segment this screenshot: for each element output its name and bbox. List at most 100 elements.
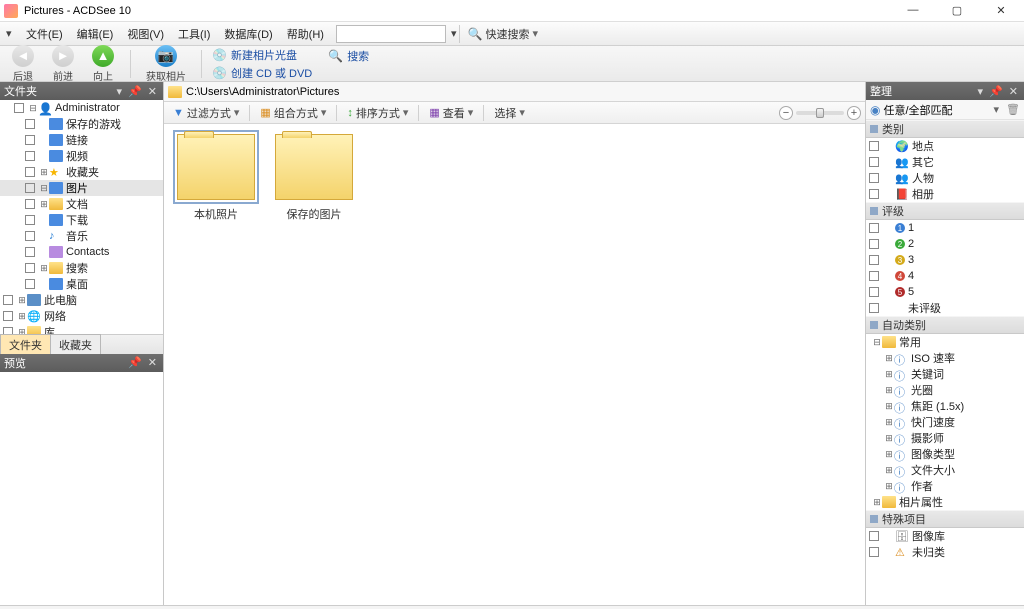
tree-item[interactable]: ♪音乐 xyxy=(0,228,163,244)
expand-icon[interactable]: ⊞ xyxy=(884,417,894,428)
expand-icon[interactable]: ⊟ xyxy=(872,337,882,348)
minimize-button[interactable]: — xyxy=(900,4,926,17)
autocat-item[interactable]: ⊞ⓘ摄影师 xyxy=(866,430,1024,446)
autocat-root[interactable]: ⊟常用 xyxy=(866,334,1024,350)
panel-close-icon[interactable]: ✕ xyxy=(146,356,159,369)
checkbox[interactable] xyxy=(14,103,24,113)
category-item[interactable]: 👥其它 xyxy=(866,154,1024,170)
autocat-item[interactable]: ⊞相片属性 xyxy=(866,494,1024,510)
group-button[interactable]: ▦组合方式▾ xyxy=(255,104,331,122)
back-button[interactable]: ◄后退 xyxy=(6,45,40,83)
tree-item[interactable]: ⊟图片 xyxy=(0,180,163,196)
panel-pin-icon[interactable]: 📌 xyxy=(126,85,144,98)
expand-icon[interactable]: ⊞ xyxy=(884,433,894,444)
category-item[interactable]: 🌍地点 xyxy=(866,138,1024,154)
search-link[interactable]: 🔍搜索 xyxy=(328,48,369,64)
up-button[interactable]: ▲向上 xyxy=(86,45,120,83)
zoom-slider[interactable] xyxy=(796,111,844,115)
checkbox[interactable] xyxy=(25,231,35,241)
tree-item[interactable]: 视频 xyxy=(0,148,163,164)
rating-item[interactable]: 未评级 xyxy=(866,300,1024,316)
checkbox[interactable] xyxy=(25,199,35,209)
expand-icon[interactable]: ⊞ xyxy=(884,449,894,460)
panel-close-icon[interactable]: ✕ xyxy=(1007,85,1020,98)
menu-dropdown[interactable]: ▾ xyxy=(6,24,18,44)
expand-icon[interactable]: ⊞ xyxy=(17,311,27,322)
checkbox[interactable] xyxy=(869,223,879,233)
autocat-item[interactable]: ⊞ⓘ图像类型 xyxy=(866,446,1024,462)
expand-icon[interactable]: ⊞ xyxy=(39,199,49,210)
checkbox[interactable] xyxy=(25,263,35,273)
checkbox[interactable] xyxy=(869,255,879,265)
rating-item[interactable]: 22 xyxy=(866,236,1024,252)
tree-item[interactable]: ⊞库 xyxy=(0,324,163,334)
folder-tree[interactable]: ⊟👤Administrator保存的游戏链接视频⊞★收藏夹⊟图片⊞文档下载♪音乐… xyxy=(0,100,163,334)
checkbox[interactable] xyxy=(25,183,35,193)
expand-icon[interactable]: ⊞ xyxy=(872,497,882,508)
special-item[interactable]: 🗄图像库 xyxy=(866,528,1024,544)
view-button[interactable]: ▦查看▾ xyxy=(424,104,478,122)
panel-menu-icon[interactable]: ▾ xyxy=(976,85,986,98)
rating-item[interactable]: 33 xyxy=(866,252,1024,268)
trash-icon[interactable]: 🗑 xyxy=(1006,103,1020,116)
checkbox[interactable] xyxy=(869,547,879,557)
checkbox[interactable] xyxy=(25,135,35,145)
autocat-item[interactable]: ⊞ⓘ焦距 (1.5x) xyxy=(866,398,1024,414)
expand-icon[interactable]: ⊞ xyxy=(884,385,894,396)
checkbox[interactable] xyxy=(869,189,879,199)
section-autocat[interactable]: 自动类别 xyxy=(866,316,1024,334)
rating-item[interactable]: 11 xyxy=(866,220,1024,236)
checkbox[interactable] xyxy=(869,287,879,297)
expand-icon[interactable]: ⊞ xyxy=(39,167,49,178)
panel-pin-icon[interactable]: 📌 xyxy=(987,85,1005,98)
panel-pin-icon[interactable]: 📌 xyxy=(126,356,144,369)
menu-help[interactable]: 帮助(H) xyxy=(281,24,330,44)
filter-button[interactable]: ▼过滤方式▾ xyxy=(168,104,244,122)
expand-icon[interactable]: ⊞ xyxy=(17,327,27,334)
match-mode[interactable]: ◉ 任意/全部匹配 ▾ 🗑 xyxy=(866,100,1024,120)
zoom-in-button[interactable]: + xyxy=(847,106,861,120)
autocat-item[interactable]: ⊞ⓘ文件大小 xyxy=(866,462,1024,478)
autocat-item[interactable]: ⊞ⓘ光圈 xyxy=(866,382,1024,398)
expand-icon[interactable]: ⊞ xyxy=(884,465,894,476)
tree-item[interactable]: ⊟👤Administrator xyxy=(0,100,163,116)
checkbox[interactable] xyxy=(869,271,879,281)
checkbox[interactable] xyxy=(869,303,879,313)
tree-item[interactable]: Contacts xyxy=(0,244,163,260)
zoom-out-button[interactable]: − xyxy=(779,106,793,120)
get-photos-button[interactable]: 📷获取相片 xyxy=(141,45,191,83)
panel-menu-icon[interactable]: ▾ xyxy=(115,85,125,98)
expand-icon[interactable]: ⊟ xyxy=(28,103,38,114)
section-special[interactable]: 特殊项目 xyxy=(866,510,1024,528)
expand-icon[interactable]: ⊞ xyxy=(39,263,49,274)
checkbox[interactable] xyxy=(25,247,35,257)
menu-search-box[interactable] xyxy=(336,25,446,43)
checkbox[interactable] xyxy=(25,279,35,289)
autocat-item[interactable]: ⊞ⓘ作者 xyxy=(866,478,1024,494)
sort-button[interactable]: ↕排序方式▾ xyxy=(342,104,413,122)
checkbox[interactable] xyxy=(869,141,879,151)
expand-icon[interactable]: ⊟ xyxy=(39,183,49,194)
thumbnail-item[interactable]: 保存的图片 xyxy=(272,134,356,222)
new-disc-link[interactable]: 💿新建相片光盘 xyxy=(212,47,312,63)
expand-icon[interactable]: ⊞ xyxy=(884,401,894,412)
checkbox[interactable] xyxy=(869,173,879,183)
autocat-item[interactable]: ⊞ⓘ快门速度 xyxy=(866,414,1024,430)
tab-folders[interactable]: 文件夹 xyxy=(0,334,51,354)
special-item[interactable]: ⚠未归类 xyxy=(866,544,1024,560)
menu-file[interactable]: 文件(E) xyxy=(20,24,69,44)
category-item[interactable]: 📕相册 xyxy=(866,186,1024,202)
rating-item[interactable]: 44 xyxy=(866,268,1024,284)
menu-database[interactable]: 数据库(D) xyxy=(218,24,278,44)
checkbox[interactable] xyxy=(3,311,13,321)
tree-item[interactable]: ⊞★收藏夹 xyxy=(0,164,163,180)
create-cd-link[interactable]: 💿创建 CD 或 DVD xyxy=(212,65,312,81)
expand-icon[interactable]: ⊞ xyxy=(884,369,894,380)
close-button[interactable]: ✕ xyxy=(988,4,1014,17)
forward-button[interactable]: ►前进 xyxy=(46,45,80,83)
quick-search[interactable]: 🔍 快速搜索 ▾ xyxy=(468,26,538,42)
checkbox[interactable] xyxy=(3,295,13,305)
menu-edit[interactable]: 编辑(E) xyxy=(71,24,120,44)
expand-icon[interactable]: ⊞ xyxy=(17,295,27,306)
thumbnail-area[interactable]: 本机照片保存的图片 xyxy=(164,124,865,605)
